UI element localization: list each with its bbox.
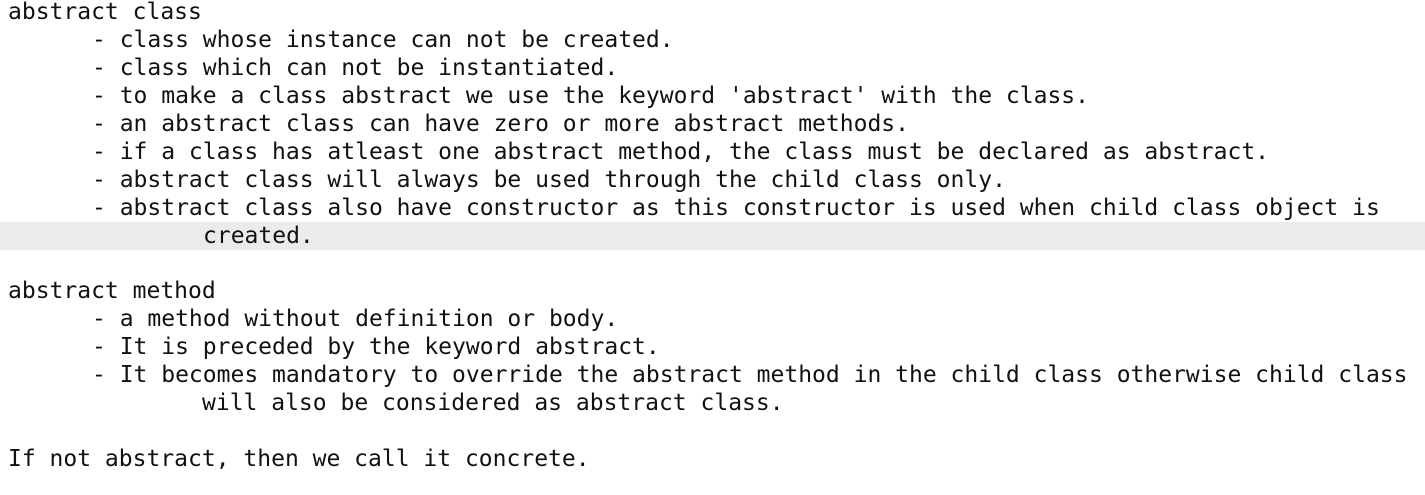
editor-line: - an abstract class can have zero or mor… bbox=[0, 110, 1425, 138]
bullet-text: - class which can not be instantiated. bbox=[92, 55, 619, 81]
bullet-text: - class whose instance can not be create… bbox=[92, 27, 674, 53]
editor-line-empty bbox=[0, 417, 1425, 445]
editor-line: abstract class bbox=[0, 0, 1425, 26]
editor-line: - a method without definition or body. bbox=[0, 305, 1425, 333]
editor-line-empty bbox=[0, 250, 1425, 278]
concrete-note: If not abstract, then we call it concret… bbox=[8, 446, 590, 472]
bullet-text: - an abstract class can have zero or mor… bbox=[92, 111, 909, 137]
editor-line: - abstract class also have constructor a… bbox=[0, 194, 1425, 222]
bullet-text: - abstract class also have constructor a… bbox=[92, 195, 1380, 221]
editor-line: - It becomes mandatory to override the a… bbox=[0, 361, 1425, 389]
bullet-text: - a method without definition or body. bbox=[92, 306, 619, 332]
bullet-text: - It is preceded by the keyword abstract… bbox=[92, 334, 660, 360]
bullet-text: - to make a class abstract we use the ke… bbox=[92, 83, 1089, 109]
continuation-text: created. bbox=[203, 223, 314, 249]
editor-line: - abstract class will always be used thr… bbox=[0, 166, 1425, 194]
heading-abstract-class: abstract class bbox=[8, 0, 202, 25]
editor-line: - if a class has atleast one abstract me… bbox=[0, 138, 1425, 166]
editor-line: - class whose instance can not be create… bbox=[0, 26, 1425, 54]
bullet-text: - if a class has atleast one abstract me… bbox=[92, 139, 1270, 165]
editor-line: abstract method bbox=[0, 277, 1425, 305]
editor-line: - class which can not be instantiated. bbox=[0, 54, 1425, 82]
editor-line: will also be considered as abstract clas… bbox=[0, 389, 1425, 417]
bullet-text: - It becomes mandatory to override the a… bbox=[92, 362, 1408, 388]
bullet-text: - abstract class will always be used thr… bbox=[92, 167, 1006, 193]
continuation-text: will also be considered as abstract clas… bbox=[202, 390, 784, 416]
editor-line: - It is preceded by the keyword abstract… bbox=[0, 333, 1425, 361]
heading-abstract-method: abstract method bbox=[8, 278, 216, 304]
editor-line: - to make a class abstract we use the ke… bbox=[0, 82, 1425, 110]
editor-line: If not abstract, then we call it concret… bbox=[0, 445, 1425, 473]
text-editor-area[interactable]: abstract class - class whose instance ca… bbox=[0, 0, 1425, 495]
current-line-highlight: created. bbox=[0, 222, 1425, 250]
